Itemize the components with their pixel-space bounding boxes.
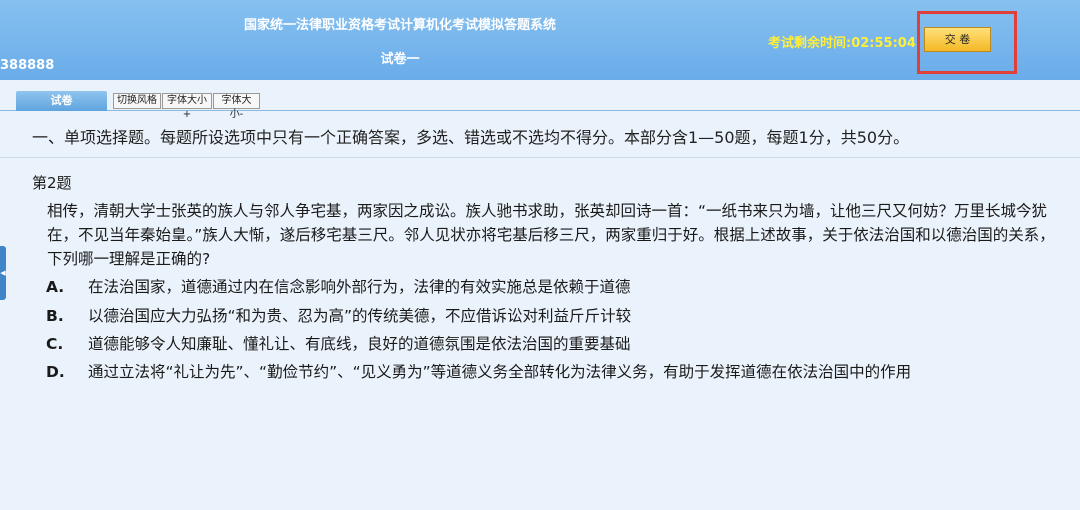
question-stem: 相传，清朝大学士张英的族人与邻人争宅基，两家因之成讼。族人驰书求助，张英却回诗一… — [47, 202, 1055, 268]
side-panel-toggle[interactable]: ◀ — [0, 246, 6, 300]
option-text: 在法治国家，道德通过内在信念影响外部行为，法律的有效实施总是依赖于道德 — [88, 278, 631, 296]
option-text: 以德治国应大力弘扬“和为贵、忍为高”的传统美德，不应借诉讼对利益斤斤计较 — [88, 307, 632, 325]
system-title: 国家统一法律职业资格考试计算机化考试模拟答题系统 — [243, 18, 556, 33]
option-b[interactable]: B. 以德治国应大力弘扬“和为贵、忍为高”的传统美德，不应借诉讼对利益斤斤计较 — [46, 304, 631, 326]
font-size-decrease-button[interactable]: 字体大小- — [213, 93, 260, 120]
option-text: 道德能够令人知廉耻、懂礼让、有底线，良好的道德氛围是依法治国的重要基础 — [88, 335, 631, 353]
option-key: A. — [46, 278, 65, 296]
toolbar-divider — [0, 110, 1080, 111]
timer-label: 考试剩余时间: — [768, 36, 852, 51]
chevron-left-icon: ◀ — [0, 269, 6, 277]
option-a[interactable]: A. 在法治国家，道德通过内在信念影响外部行为，法律的有效实施总是依赖于道德 — [46, 275, 631, 297]
timer-value: 02:55:04 — [851, 36, 916, 51]
option-c[interactable]: C. 道德能够令人知廉耻、懂礼让、有底线，良好的道德氛围是依法治国的重要基础 — [46, 332, 631, 354]
tab-paper[interactable]: 试卷 — [16, 91, 107, 111]
exam-timer: 考试剩余时间:02:55:04 — [768, 32, 916, 51]
font-size-increase-button[interactable]: 字体大小+ — [162, 93, 212, 120]
section-instruction: 一、单项选择题。每题所设选项中只有一个正确答案，多选、错选或不选均不得分。本部分… — [32, 128, 910, 147]
option-key: C. — [46, 335, 64, 353]
option-d[interactable]: D. 通过立法将“礼让为先”、“勤俭节约”、“见义勇为”等道德义务全部转化为法律义… — [46, 360, 911, 382]
option-key: D. — [46, 363, 65, 381]
candidate-id: 388888 — [0, 58, 55, 73]
question-number: 第2题 — [32, 174, 72, 192]
submit-button[interactable]: 交 卷 — [924, 27, 991, 52]
option-text: 通过立法将“礼让为先”、“勤俭节约”、“见义勇为”等道德义务全部转化为法律义务，… — [88, 363, 912, 381]
switch-style-button[interactable]: 切换风格 — [113, 93, 161, 109]
section-divider — [0, 157, 1080, 158]
option-key: B. — [46, 307, 64, 325]
paper-name: 试卷一 — [380, 52, 420, 67]
